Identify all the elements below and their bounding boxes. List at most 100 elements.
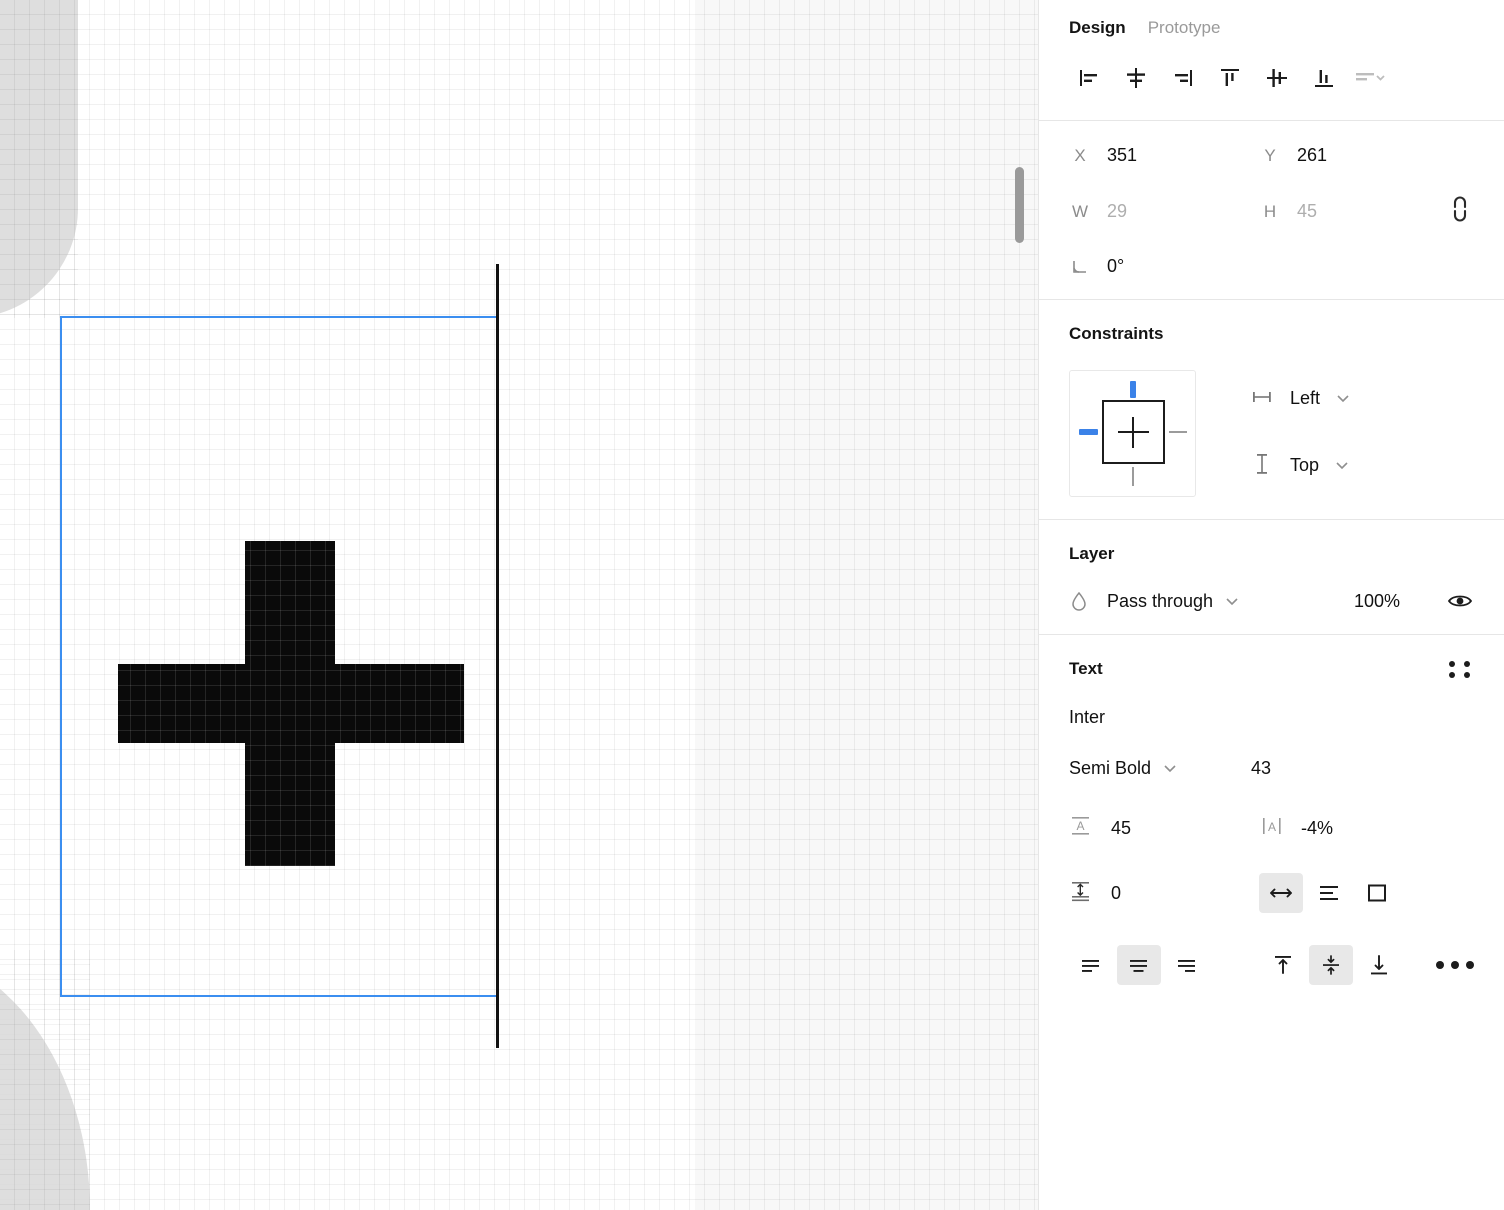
height-field[interactable]: H 45 [1259,194,1449,228]
text-section: Text Inter Semi Bold 43 A 45 A -4% 0 [1039,635,1504,1007]
properties-panel: Design Prototype X 351 Y 261 W 29 H 45 0… [1038,0,1504,1210]
paragraph-spacing-icon [1069,878,1095,908]
text-resize-group [1259,873,1474,913]
align-horizontal-center-icon [1126,68,1145,88]
height-label: H [1263,201,1277,221]
auto-width-icon [1270,888,1292,898]
y-value: 261 [1297,145,1328,165]
constraint-marker-right[interactable] [1169,431,1187,433]
align-left-icon [1079,70,1097,86]
artwork-shape-top [0,0,78,318]
tab-prototype[interactable]: Prototype [1148,18,1221,38]
align-bottom-button[interactable] [1300,58,1347,98]
design-canvas[interactable] [0,0,1038,1210]
auto-width-button[interactable] [1259,873,1303,913]
letter-spacing-field[interactable]: A -4% [1259,813,1474,843]
align-right-button[interactable] [1159,58,1206,98]
line-height-icon: A [1069,813,1095,843]
text-align-center-icon [1130,960,1147,972]
more-options-icon[interactable] [1436,961,1474,969]
blend-mode-value[interactable]: Pass through [1107,591,1213,612]
type-settings-icon[interactable] [1449,660,1474,678]
alignment-toolbar [1039,52,1504,121]
horizontal-constraint-select[interactable]: Left [1250,387,1350,411]
horizontal-constraint-value: Left [1290,388,1321,408]
svg-text:A: A [1076,819,1084,833]
distribute-menu-button[interactable] [1347,58,1394,98]
chevron-down-icon[interactable] [1163,761,1177,776]
text-align-bottom-button[interactable] [1357,945,1401,985]
font-weight-value[interactable]: Semi Bold [1069,758,1151,779]
text-align-center-button[interactable] [1117,945,1161,985]
chevron-down-icon[interactable] [1225,594,1239,609]
constraints-widget[interactable] [1069,370,1196,497]
text-align-bottom-icon [1371,955,1387,975]
angle-icon [1069,258,1091,276]
layer-section: Layer Pass through 100% [1039,520,1504,635]
visibility-toggle-button[interactable] [1446,591,1474,611]
auto-height-button[interactable] [1307,873,1351,913]
blend-mode-icon [1069,590,1093,612]
y-field[interactable]: Y 261 [1259,145,1449,166]
constraint-marker-left[interactable] [1079,429,1098,435]
letter-spacing-value: -4% [1301,817,1334,838]
align-bottom-icon [1314,70,1333,87]
distribute-icon [1355,73,1385,81]
text-align-right-button[interactable] [1165,945,1209,985]
line-height-field[interactable]: A 45 [1069,813,1259,843]
paragraph-spacing-value: 0 [1111,882,1122,903]
fixed-size-icon [1368,884,1386,902]
auto-height-icon [1320,886,1338,900]
tab-design[interactable]: Design [1069,18,1126,38]
width-label: W [1071,201,1089,221]
figma-window: Design Prototype X 351 Y 261 W 29 H 45 0… [0,0,1504,1210]
layer-title: Layer [1069,544,1115,563]
svg-text:A: A [1268,820,1276,834]
text-horizontal-align-group [1069,945,1209,985]
align-vertical-center-button[interactable] [1253,58,1300,98]
eye-icon [1447,595,1473,607]
text-vertical-align-group [1261,945,1401,985]
horizontal-constraint-icon [1250,387,1274,411]
plus-vertical-bar [245,541,335,866]
align-right-icon [1174,70,1192,86]
paragraph-spacing-field[interactable]: 0 [1069,878,1259,908]
canvas-vertical-scrollbar[interactable] [1015,167,1024,243]
text-align-middle-button[interactable] [1309,945,1353,985]
rotation-field[interactable]: 0° [1069,256,1474,277]
x-value: 351 [1107,145,1138,165]
panel-tabs: Design Prototype [1039,0,1504,52]
font-family-field[interactable]: Inter [1069,707,1474,728]
font-size-value[interactable]: 43 [1251,758,1271,779]
text-align-middle-icon [1323,955,1339,975]
fixed-size-button[interactable] [1355,873,1399,913]
y-label: Y [1264,146,1276,165]
constraints-title: Constraints [1069,324,1164,343]
constraint-marker-bottom[interactable] [1132,467,1134,486]
text-align-left-button[interactable] [1069,945,1113,985]
letter-spacing-icon: A [1259,813,1285,843]
height-value: 45 [1297,200,1318,221]
line-height-value: 45 [1111,817,1132,838]
align-vertical-center-icon [1266,69,1287,87]
artwork-shape-top-grid [0,0,78,318]
text-title: Text [1069,659,1103,678]
proportion-lock-button[interactable] [1449,194,1471,228]
rotation-value: 0° [1107,256,1125,276]
vertical-constraint-select[interactable]: Top [1250,451,1350,481]
text-align-right-icon [1178,960,1195,972]
vertical-constraint-value: Top [1290,455,1320,475]
align-horizontal-center-button[interactable] [1112,58,1159,98]
position-size-section: X 351 Y 261 W 29 H 45 0° [1039,121,1504,300]
x-field[interactable]: X 351 [1069,145,1259,166]
constraint-marker-top[interactable] [1130,381,1136,398]
width-field[interactable]: W 29 [1069,194,1259,228]
text-align-top-button[interactable] [1261,945,1305,985]
width-value: 29 [1107,200,1128,221]
text-align-left-icon [1082,960,1099,972]
opacity-value[interactable]: 100% [1354,591,1400,612]
align-left-button[interactable] [1065,58,1112,98]
chevron-down-icon [1335,458,1349,473]
text-align-top-icon [1275,956,1291,974]
align-top-button[interactable] [1206,58,1253,98]
